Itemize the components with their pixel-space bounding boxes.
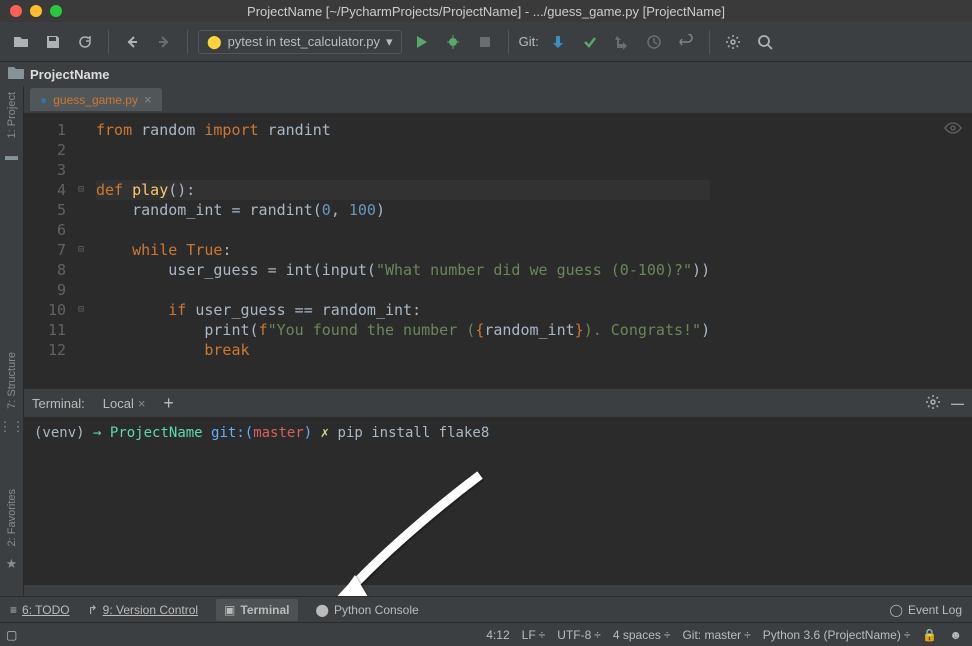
git-history-icon[interactable] [641, 29, 667, 55]
close-terminal-tab-icon[interactable]: × [138, 396, 146, 411]
bottom-tool-bar: ≡6: TODO ↱9: Version Control ▣Terminal ⬤… [0, 596, 972, 622]
line-separator[interactable]: LF ÷ [522, 628, 546, 642]
fold-icon[interactable]: ⊟ [74, 240, 88, 260]
project-icon[interactable]: ▬ [5, 148, 18, 163]
new-terminal-tab-icon[interactable]: + [163, 393, 174, 414]
project-tool-button[interactable]: 1: Project [6, 86, 18, 144]
event-log-button[interactable]: ◯Event Log [890, 603, 962, 617]
git-label: Git: [519, 34, 539, 49]
path-breadcrumb[interactable]: ProjectName [0, 62, 972, 86]
titlebar: ProjectName [~/PycharmProjects/ProjectNa… [0, 0, 972, 22]
debug-icon[interactable] [440, 29, 466, 55]
structure-tool-button[interactable]: 7: Structure [6, 346, 18, 415]
terminal-tabs: Terminal: Local × + — [24, 389, 972, 417]
fold-icon[interactable]: ⊟ [74, 180, 88, 200]
line-numbers: 123 456 789 101112 [24, 114, 74, 390]
git-branch-status[interactable]: Git: master ÷ [682, 628, 750, 642]
terminal-title: Terminal: [32, 396, 85, 411]
git-revert-icon[interactable] [673, 29, 699, 55]
ide-man-icon[interactable]: ☻ [949, 628, 962, 642]
fold-icon[interactable]: ⊟ [74, 300, 88, 320]
star-icon[interactable]: ★ [6, 556, 18, 572]
structure-icon[interactable]: ⋮⋮ [0, 419, 25, 435]
favorites-tool-button[interactable]: 2: Favorites [6, 483, 18, 552]
run-configuration-dropdown[interactable]: ⬤ pytest in test_calculator.py ▾ [198, 30, 402, 54]
python-file-icon: ● [40, 93, 47, 107]
tool-windows-icon[interactable]: ▢ [6, 628, 17, 642]
stop-icon[interactable] [472, 29, 498, 55]
code-body[interactable]: from random import randint def play(): r… [88, 114, 710, 390]
save-icon[interactable] [40, 29, 66, 55]
open-icon[interactable] [8, 29, 34, 55]
status-bar: ▢ 4:12 LF ÷ UTF-8 ÷ 4 spaces ÷ Git: mast… [0, 622, 972, 646]
python-console-tool-button[interactable]: ⬤Python Console [316, 603, 419, 617]
python-icon: ⬤ [316, 603, 329, 617]
refresh-icon[interactable] [72, 29, 98, 55]
indent-setting[interactable]: 4 spaces ÷ [613, 628, 671, 642]
close-tab-icon[interactable]: × [144, 92, 152, 107]
vcs-tool-button[interactable]: ↱9: Version Control [88, 603, 198, 617]
terminal-tool-button[interactable]: ▣Terminal [216, 599, 297, 621]
lock-icon[interactable]: 🔒 [922, 628, 937, 642]
list-icon: ≡ [10, 603, 17, 617]
git-update-icon[interactable] [545, 29, 571, 55]
cursor-position[interactable]: 4:12 [486, 628, 509, 642]
balloon-icon: ◯ [890, 603, 903, 617]
run-config-label: pytest in test_calculator.py [228, 34, 380, 49]
git-compare-icon[interactable] [609, 29, 635, 55]
inspections-icon[interactable] [944, 120, 962, 138]
terminal-settings-icon[interactable] [925, 394, 941, 413]
python-icon: ⬤ [207, 34, 222, 50]
folder-icon [8, 66, 24, 83]
code-editor[interactable]: 123 456 789 101112 ⊟ ⊟ ⊟ from random imp… [24, 114, 972, 390]
file-tab-guess-game[interactable]: ● guess_game.py × [30, 88, 162, 111]
back-icon[interactable] [119, 29, 145, 55]
editor-tabs: ● guess_game.py × [24, 86, 972, 114]
todo-tool-button[interactable]: ≡6: TODO [10, 603, 70, 617]
run-icon[interactable] [408, 29, 434, 55]
terminal-tab-local[interactable]: Local × [95, 394, 154, 413]
file-tab-label: guess_game.py [53, 93, 138, 107]
settings-icon[interactable] [720, 29, 746, 55]
git-commit-icon[interactable] [577, 29, 603, 55]
hide-panel-icon[interactable]: — [951, 396, 964, 411]
forward-icon[interactable] [151, 29, 177, 55]
file-encoding[interactable]: UTF-8 ÷ [557, 628, 601, 642]
python-interpreter[interactable]: Python 3.6 (ProjectName) ÷ [763, 628, 911, 642]
main-toolbar: ⬤ pytest in test_calculator.py ▾ Git: [0, 22, 972, 62]
search-icon[interactable] [752, 29, 778, 55]
dropdown-icon: ▾ [386, 34, 393, 50]
breadcrumb-project: ProjectName [30, 67, 109, 82]
terminal-icon: ▣ [224, 603, 235, 617]
terminal-body[interactable]: (venv) → ProjectName git:(master) ✗ pip … [24, 417, 972, 585]
fold-gutter: ⊟ ⊟ ⊟ [74, 114, 88, 390]
window-title: ProjectName [~/PycharmProjects/ProjectNa… [0, 4, 972, 19]
branch-icon: ↱ [88, 603, 98, 617]
